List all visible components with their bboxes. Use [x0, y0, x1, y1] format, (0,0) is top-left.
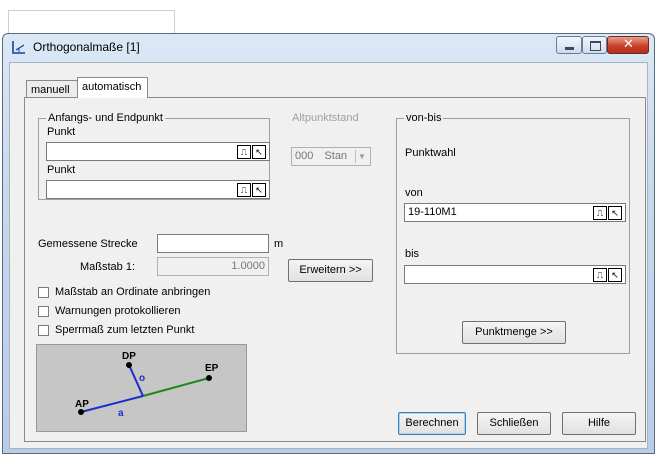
- von-label: von: [405, 187, 423, 199]
- unit-label: m: [274, 238, 284, 250]
- pick-cursor-icon[interactable]: ↖: [252, 145, 266, 159]
- title-bar[interactable]: Orthogonalmaße [1] ✕: [3, 34, 654, 58]
- hilfe-button-label: Hilfe: [587, 417, 610, 429]
- gemessene-strecke-label: Gemessene Strecke: [38, 238, 138, 250]
- start-end-legend: Anfangs- und Endpunkt: [46, 112, 165, 124]
- close-icon: ✕: [623, 37, 634, 52]
- altpunktstand-label: Altpunktstand: [292, 112, 359, 124]
- option-warnungen-label: Warnungen protokollieren: [55, 305, 181, 317]
- massstab-value: 1.0000: [231, 260, 265, 272]
- select-point-icon[interactable]: ⎍: [237, 145, 251, 159]
- bis-field[interactable]: ⎍ ↖: [404, 265, 626, 284]
- baseline-ep-segment: [142, 377, 210, 397]
- select-point-icon[interactable]: ⎍: [237, 183, 251, 197]
- von-field[interactable]: 19-110M1 ⎍ ↖: [404, 203, 626, 222]
- pick-cursor-icon[interactable]: ↖: [608, 206, 622, 220]
- dp-label: DP: [122, 351, 136, 362]
- bis-label: bis: [405, 248, 420, 260]
- punkt2-field[interactable]: ⎍ ↖: [46, 180, 270, 199]
- ep-point: [206, 375, 212, 381]
- berechnen-button[interactable]: Berechnen: [398, 412, 466, 435]
- minimize-button[interactable]: [556, 36, 582, 54]
- pick-cursor-icon[interactable]: ↖: [608, 268, 622, 282]
- orthogonal-app-icon: [12, 41, 25, 54]
- close-button[interactable]: ✕: [607, 36, 649, 54]
- tab-manuell-label: manuell: [31, 84, 70, 96]
- tab-automatisch-label: automatisch: [82, 81, 142, 93]
- dp-point: [126, 362, 132, 368]
- window-title: Orthogonalmaße [1]: [33, 40, 140, 54]
- checkbox-massstab-ordinate[interactable]: [38, 287, 49, 298]
- punkt1-label: Punkt: [47, 126, 76, 138]
- altpunktstand-select[interactable]: 000 Stan ▼: [291, 147, 371, 166]
- checkbox-warnungen[interactable]: [38, 306, 49, 317]
- von-bis-legend: von-bis: [404, 112, 444, 124]
- baseline-ap-segment: [80, 395, 144, 413]
- orthogonal-diagram: DP EP AP o a: [36, 344, 247, 432]
- altpunktstand-suffix: Stan: [324, 150, 348, 162]
- maximize-button[interactable]: [582, 36, 607, 54]
- punktwahl-label: Punktwahl: [405, 147, 456, 159]
- tab-manuell[interactable]: manuell: [26, 80, 78, 98]
- altpunktstand-value: 000: [295, 150, 314, 162]
- orthogonal-diagram-svg: DP EP AP o a: [75, 351, 219, 419]
- erweitern-button-label: Erweitern >>: [299, 264, 362, 276]
- o-label: o: [139, 373, 145, 384]
- ap-label: AP: [75, 399, 89, 410]
- select-point-icon[interactable]: ⎍: [593, 206, 607, 220]
- ep-label: EP: [205, 363, 219, 374]
- tab-automatisch[interactable]: automatisch: [77, 77, 148, 98]
- massstab-field[interactable]: 1.0000: [157, 257, 269, 276]
- option-massstab-ordinate-label: Maßstab an Ordinate anbringen: [55, 286, 211, 298]
- option-sperrmass-label: Sperrmaß zum letzten Punkt: [55, 324, 195, 336]
- schliessen-button-label: Schließen: [489, 417, 539, 429]
- select-point-icon[interactable]: ⎍: [593, 268, 607, 282]
- a-label: a: [118, 408, 124, 419]
- hilfe-button[interactable]: Hilfe: [562, 412, 636, 435]
- berechnen-button-label: Berechnen: [405, 417, 459, 429]
- punkt1-field[interactable]: ⎍ ↖: [46, 142, 270, 161]
- gemessene-strecke-field[interactable]: [157, 234, 269, 253]
- checkbox-sperrmass[interactable]: [38, 325, 49, 336]
- punktmenge-button[interactable]: Punktmenge >>: [462, 321, 566, 344]
- schliessen-button[interactable]: Schließen: [477, 412, 551, 435]
- chevron-down-icon: ▼: [355, 150, 368, 163]
- punktmenge-button-label: Punktmenge >>: [475, 326, 553, 338]
- pick-cursor-icon[interactable]: ↖: [252, 183, 266, 197]
- massstab-label: Maßstab 1:: [80, 261, 136, 273]
- von-value: 19-110M1: [408, 206, 457, 218]
- erweitern-button[interactable]: Erweitern >>: [288, 259, 373, 282]
- punkt2-label: Punkt: [47, 164, 76, 176]
